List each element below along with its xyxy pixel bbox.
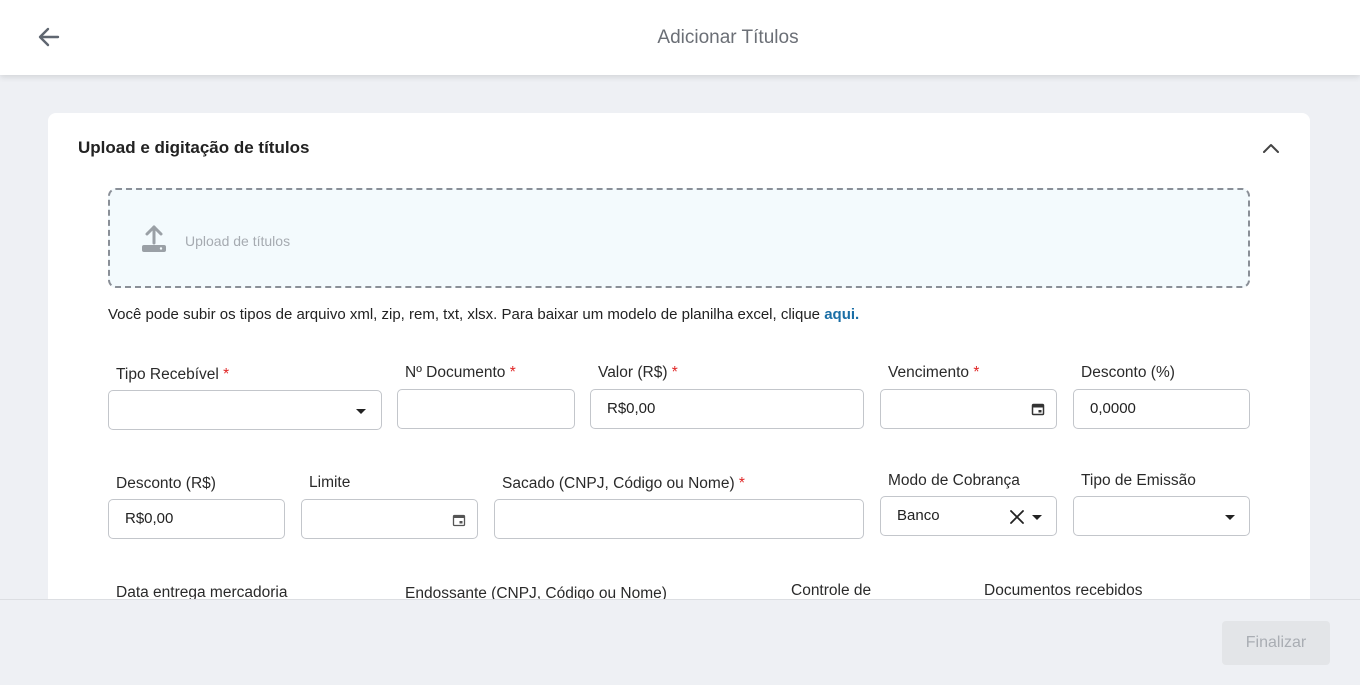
n-documento-label-text: Nº Documento [405, 364, 506, 381]
modo-cobranca-label: Modo de Cobrança [888, 472, 1020, 489]
tipo-recebivel-label-text: Tipo Recebível [116, 366, 219, 383]
controle-label: Controle de [791, 582, 872, 599]
tipo-recebivel-label: Tipo Recebível * [116, 366, 229, 384]
clear-icon[interactable] [1008, 508, 1026, 526]
vencimento-label: Vencimento * [888, 364, 979, 382]
calendar-icon[interactable] [1031, 402, 1045, 416]
required-marker: * [671, 364, 678, 381]
desconto-pct-input[interactable]: 0,0000 [1073, 389, 1250, 429]
sacado-label-text: Sacado (CNPJ, Código ou Nome) [502, 475, 735, 492]
footer-bar: Finalizar [0, 599, 1360, 685]
required-marker: * [509, 364, 516, 381]
sacado-label: Sacado (CNPJ, Código ou Nome) * [502, 475, 745, 493]
upload-label: Upload de títulos [185, 233, 291, 249]
vencimento-label-text: Vencimento [888, 364, 969, 381]
upload-icon [142, 225, 166, 252]
collapse-button[interactable] [1260, 139, 1282, 157]
valor-input[interactable]: R$0,00 [590, 389, 864, 429]
upload-hint-text: Você pode subir os tipos de arquivo xml,… [108, 306, 825, 323]
tipo-recebivel-select[interactable] [108, 390, 382, 430]
valor-label-text: Valor (R$) [598, 364, 668, 381]
template-download-link[interactable]: aqui. [824, 306, 859, 323]
valor-label: Valor (R$) * [598, 364, 678, 382]
upload-hint: Você pode subir os tipos de arquivo xml,… [108, 306, 859, 323]
calendar-icon[interactable] [452, 513, 466, 527]
vencimento-date-input[interactable] [880, 389, 1057, 429]
limite-date-input[interactable] [301, 499, 478, 539]
n-documento-label: Nº Documento * [405, 364, 516, 382]
section-title: Upload e digitação de títulos [78, 138, 310, 157]
desconto-pct-value: 0,0000 [1090, 400, 1136, 417]
caret-down-icon [1032, 515, 1042, 520]
tipo-emissao-select[interactable] [1073, 496, 1250, 536]
required-marker: * [223, 366, 230, 383]
upload-dropzone[interactable]: Upload de títulos [108, 188, 1250, 288]
sacado-autocomplete[interactable] [494, 499, 864, 539]
tipo-emissao-label: Tipo de Emissão [1081, 472, 1196, 489]
required-marker: * [738, 475, 745, 492]
page-title: Adicionar Títulos [657, 27, 799, 48]
modo-cobranca-value: Banco [897, 507, 940, 524]
caret-down-icon [1225, 515, 1235, 520]
chevron-up-icon [1263, 144, 1279, 153]
desconto-rs-value: R$0,00 [125, 510, 174, 527]
modo-cobranca-select[interactable]: Banco [880, 496, 1057, 536]
upload-section-card: Upload e digitação de títulos Upload de … [48, 113, 1310, 633]
finish-button[interactable]: Finalizar [1222, 621, 1330, 665]
limite-label: Limite [309, 474, 351, 491]
required-marker: * [973, 364, 980, 381]
desconto-rs-label: Desconto (R$) [116, 475, 216, 492]
n-documento-input[interactable] [397, 389, 575, 429]
top-bar: Adicionar Títulos [0, 0, 1360, 75]
documentos-recebidos-label: Documentos recebidos [984, 582, 1143, 599]
desconto-rs-input[interactable]: R$0,00 [108, 499, 285, 539]
caret-down-icon [356, 409, 366, 414]
desconto-pct-label: Desconto (%) [1081, 364, 1175, 381]
valor-value: R$0,00 [607, 400, 656, 417]
